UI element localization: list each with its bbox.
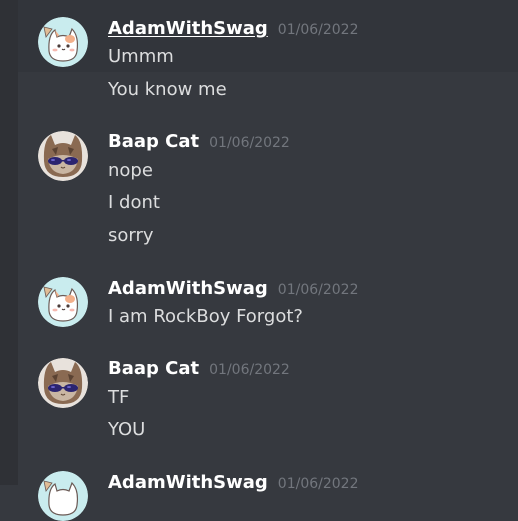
message-header: Baap Cat 01/06/2022: [108, 131, 290, 152]
white-cat-avatar[interactable]: [38, 471, 88, 521]
sunglasses-cat-icon: [38, 358, 88, 408]
white-cat-icon: [38, 17, 88, 67]
message-text: You know me: [108, 79, 227, 100]
timestamp[interactable]: 01/06/2022: [278, 476, 359, 492]
message-text: TF: [108, 387, 130, 408]
message-header: AdamWithSwag 01/06/2022: [108, 472, 359, 493]
message-header: Baap Cat 01/06/2022: [108, 358, 290, 379]
white-cat-avatar[interactable]: [38, 277, 88, 327]
cat-with-sunglasses-avatar[interactable]: [38, 358, 88, 408]
timestamp[interactable]: 01/06/2022: [209, 135, 290, 151]
white-cat-icon: [38, 277, 88, 327]
message-text: nope: [108, 160, 153, 181]
message-text: I am RockBoy Forgot?: [108, 306, 303, 327]
timestamp[interactable]: 01/06/2022: [278, 22, 359, 38]
username[interactable]: AdamWithSwag: [108, 278, 268, 299]
timestamp[interactable]: 01/06/2022: [209, 362, 290, 378]
server-sidebar-edge: [0, 0, 18, 485]
timestamp[interactable]: 01/06/2022: [278, 282, 359, 298]
username[interactable]: Baap Cat: [108, 131, 199, 152]
username[interactable]: Baap Cat: [108, 358, 199, 379]
white-cat-avatar[interactable]: [38, 17, 88, 67]
sunglasses-cat-icon: [38, 131, 88, 181]
message-feed: AdamWithSwag 01/06/2022 Ummm You know me…: [18, 0, 518, 521]
cat-with-sunglasses-avatar[interactable]: [38, 131, 88, 181]
message-text: sorry: [108, 225, 154, 246]
username[interactable]: AdamWithSwag: [108, 472, 268, 493]
message-header: AdamWithSwag 01/06/2022: [108, 18, 359, 39]
message-text: Ummm: [108, 46, 174, 67]
previous-message-hover-edge: [18, 0, 518, 12]
message-text: YOU: [108, 419, 146, 440]
white-cat-icon: [38, 471, 88, 521]
username[interactable]: AdamWithSwag: [108, 18, 268, 39]
message-header: AdamWithSwag 01/06/2022: [108, 278, 359, 299]
message-text: I dont: [108, 192, 160, 213]
